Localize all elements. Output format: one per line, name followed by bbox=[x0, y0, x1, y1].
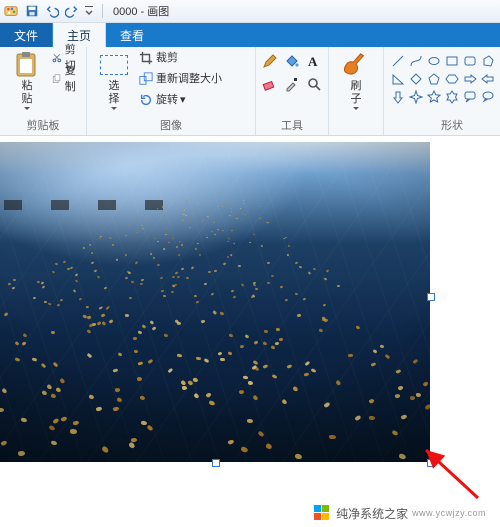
crop-icon bbox=[139, 51, 153, 65]
shape-4star-icon[interactable] bbox=[408, 89, 424, 105]
tab-view[interactable]: 查看 bbox=[106, 23, 158, 47]
shape-diamond-icon[interactable] bbox=[408, 71, 424, 87]
group-clipboard: 粘 贴 剪切 复制 剪贴板 bbox=[0, 47, 87, 135]
copy-button[interactable]: 复制 bbox=[52, 70, 80, 88]
shape-rect-icon[interactable] bbox=[444, 53, 460, 69]
annotation-arrow bbox=[408, 436, 488, 506]
resize-icon bbox=[139, 72, 153, 86]
group-label-tools: 工具 bbox=[262, 117, 322, 135]
app-name: 画图 bbox=[147, 6, 169, 18]
crop-button[interactable]: 裁剪 bbox=[139, 49, 249, 67]
redo-icon[interactable] bbox=[65, 4, 79, 18]
shape-hexagon-icon[interactable] bbox=[444, 71, 460, 87]
rotate-icon bbox=[139, 93, 153, 107]
qat-dropdown-icon[interactable] bbox=[85, 5, 93, 17]
ribbon: 粘 贴 剪切 复制 剪贴板 选 择 bbox=[0, 47, 500, 136]
shape-arrow-left-icon[interactable] bbox=[480, 71, 496, 87]
group-label-image: 图像 bbox=[93, 117, 249, 135]
resize-handle-bottom[interactable] bbox=[212, 459, 220, 467]
shape-5star-icon[interactable] bbox=[426, 89, 442, 105]
group-shapes: 形状 bbox=[384, 47, 500, 135]
chevron-down-icon bbox=[111, 107, 117, 110]
color-picker-icon[interactable] bbox=[284, 76, 300, 92]
rotate-button[interactable]: 旋转 ▾ bbox=[139, 91, 249, 109]
shapes-gallery[interactable] bbox=[390, 49, 500, 105]
titlebar-separator bbox=[102, 4, 103, 18]
shape-roundrect-icon[interactable] bbox=[462, 53, 478, 69]
save-icon[interactable] bbox=[25, 4, 39, 18]
canvas-image[interactable] bbox=[0, 142, 430, 462]
group-label-shapes: 形状 bbox=[390, 117, 500, 135]
group-tools: A 工具 bbox=[256, 47, 329, 135]
group-label-brushes bbox=[335, 133, 377, 135]
paste-button[interactable]: 粘 贴 bbox=[6, 49, 48, 112]
watermark-url: www.ycwjzy.com bbox=[412, 508, 486, 518]
watermark: 纯净系统之家 www.ycwjzy.com bbox=[0, 499, 500, 527]
shape-6star-icon[interactable] bbox=[444, 89, 460, 105]
text-icon[interactable]: A bbox=[306, 53, 322, 69]
resize-button[interactable]: 重新调整大小 bbox=[139, 70, 249, 88]
resize-handle-right[interactable] bbox=[427, 293, 435, 301]
undo-icon[interactable] bbox=[45, 4, 59, 18]
svg-text:A: A bbox=[308, 54, 318, 69]
select-button[interactable]: 选 择 bbox=[93, 49, 135, 112]
shape-line-icon[interactable] bbox=[390, 53, 406, 69]
shape-pentagon-icon[interactable] bbox=[426, 71, 442, 87]
canvas-area[interactable] bbox=[0, 136, 500, 507]
group-label-clipboard: 剪贴板 bbox=[6, 117, 80, 135]
watermark-logo-icon bbox=[314, 505, 330, 521]
copy-pages-icon bbox=[52, 72, 62, 86]
select-dashed-icon bbox=[100, 51, 128, 79]
paint-app-icon bbox=[4, 4, 18, 18]
clipboard-icon bbox=[13, 51, 41, 79]
brushes-button[interactable]: 刷 子 bbox=[335, 49, 377, 112]
shape-callout-round-icon[interactable] bbox=[462, 89, 478, 105]
doc-name: 0000 bbox=[113, 6, 137, 18]
pencil-icon[interactable] bbox=[262, 53, 278, 69]
scissors-icon bbox=[52, 51, 62, 65]
group-image: 选 择 裁剪 重新调整大小 旋转 ▾ 图像 bbox=[87, 47, 256, 135]
tab-file[interactable]: 文件 bbox=[0, 23, 53, 47]
shape-curve-icon[interactable] bbox=[408, 53, 424, 69]
shape-arrow-right-icon[interactable] bbox=[462, 71, 478, 87]
title-bar: 0000 - 画图 bbox=[0, 0, 500, 23]
shape-arrow-down-icon[interactable] bbox=[390, 89, 406, 105]
brush-icon bbox=[342, 51, 370, 79]
chevron-down-icon bbox=[24, 107, 30, 110]
shape-polygon-icon[interactable] bbox=[480, 53, 496, 69]
document-title: 0000 - 画图 bbox=[113, 3, 169, 19]
shape-callout-oval-icon[interactable] bbox=[480, 89, 496, 105]
chevron-down-icon bbox=[353, 107, 359, 110]
group-brushes: 刷 子 bbox=[329, 47, 384, 135]
bucket-icon[interactable] bbox=[284, 53, 300, 69]
shape-right-triangle-icon[interactable] bbox=[390, 71, 406, 87]
magnifier-icon[interactable] bbox=[306, 76, 322, 92]
shape-oval-icon[interactable] bbox=[426, 53, 442, 69]
eraser-icon[interactable] bbox=[262, 76, 278, 92]
watermark-brand: 纯净系统之家 bbox=[336, 505, 408, 522]
